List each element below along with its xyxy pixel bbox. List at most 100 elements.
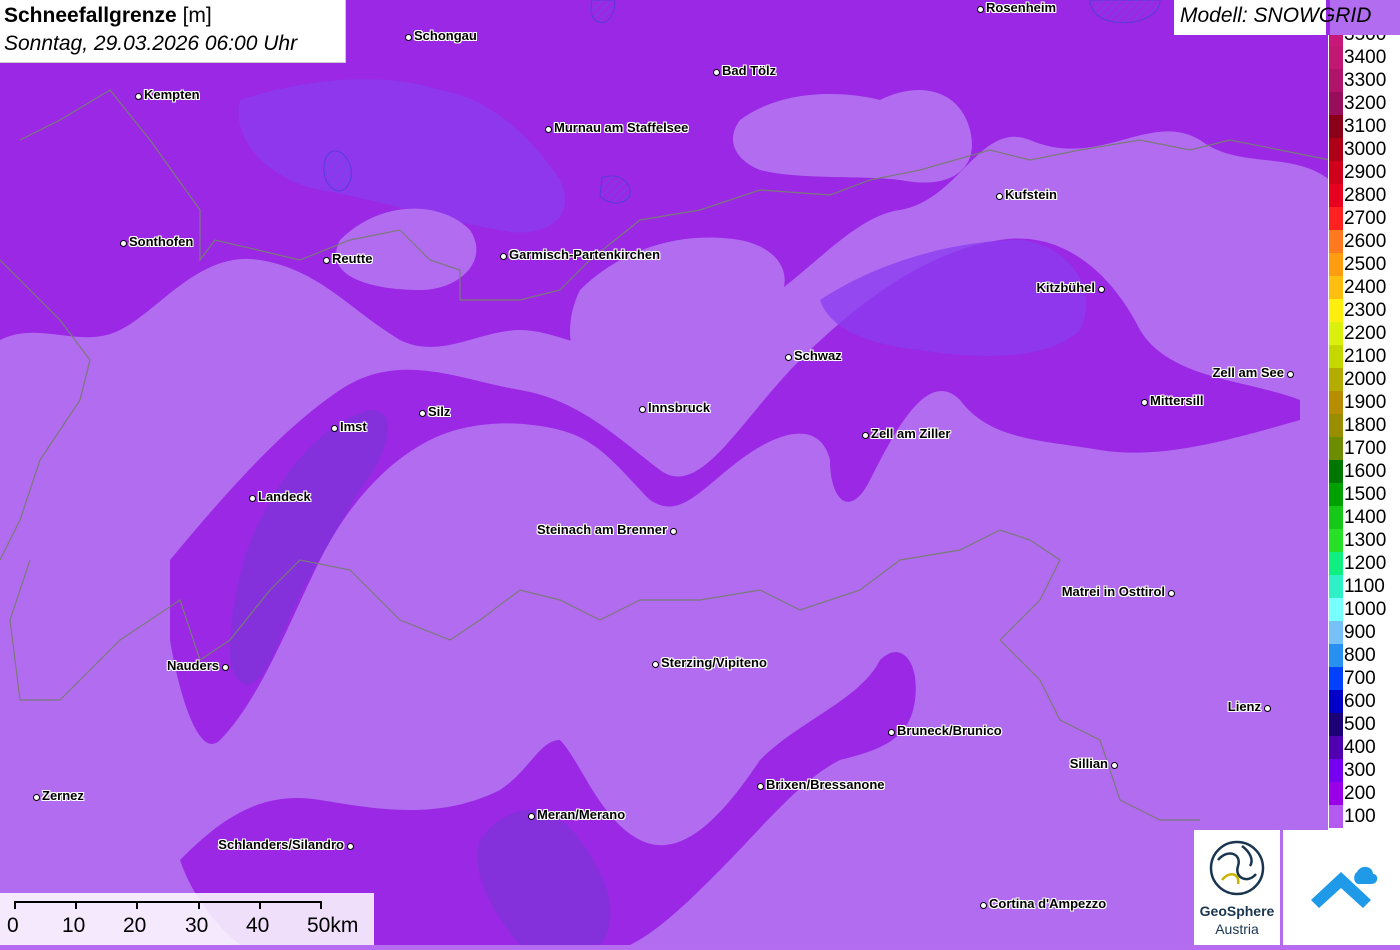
city-label[interactable]: Bad Tölz (722, 64, 776, 78)
city-label[interactable]: Silz (428, 405, 450, 419)
legend-label: 3300 (1344, 70, 1387, 91)
legend-row: 1000 (1328, 598, 1400, 621)
geosphere-name: GeoSphere (1199, 903, 1275, 919)
city-label[interactable]: Cortina d'Ampezzo (989, 897, 1106, 911)
city-marker[interactable] (1286, 370, 1294, 378)
city-marker[interactable] (1110, 761, 1118, 769)
snowgrid-logo[interactable] (1283, 830, 1400, 945)
city-marker[interactable] (330, 424, 338, 432)
legend-label: 1200 (1344, 553, 1387, 574)
legend-row: 500 (1328, 713, 1400, 736)
legend-row: 400 (1328, 736, 1400, 759)
legend-label: 200 (1344, 783, 1376, 804)
city-marker[interactable] (346, 842, 354, 850)
city-label[interactable]: Innsbruck (648, 401, 710, 415)
legend-swatch (1329, 368, 1343, 391)
city-label[interactable]: Mittersill (1150, 394, 1203, 408)
city-marker[interactable] (134, 92, 142, 100)
scale-tick (136, 901, 138, 909)
city-marker[interactable] (669, 527, 677, 535)
legend-label: 2200 (1344, 323, 1387, 344)
legend-label: 1600 (1344, 461, 1387, 482)
city-label[interactable]: Zernez (42, 789, 84, 803)
legend-swatch (1329, 483, 1343, 506)
city-marker[interactable] (527, 812, 535, 820)
legend-swatch (1329, 736, 1343, 759)
city-marker[interactable] (544, 125, 552, 133)
city-label[interactable]: Sillian (1070, 757, 1108, 771)
city-marker[interactable] (221, 663, 229, 671)
city-marker[interactable] (322, 256, 330, 264)
city-marker[interactable] (976, 5, 984, 13)
city-marker[interactable] (404, 33, 412, 41)
city-label[interactable]: Garmisch-Partenkirchen (509, 248, 660, 262)
city-marker[interactable] (1263, 704, 1271, 712)
city-label[interactable]: Lienz (1228, 700, 1261, 714)
city-label[interactable]: Imst (340, 420, 367, 434)
legend-label: 3000 (1344, 139, 1387, 160)
city-label[interactable]: Zell am Ziller (871, 427, 950, 441)
legend-row: 2300 (1328, 299, 1400, 322)
city-label[interactable]: Schongau (414, 29, 477, 43)
city-label[interactable]: Schlanders/Silandro (218, 838, 344, 852)
city-label[interactable]: Zell am See (1212, 366, 1284, 380)
city-marker[interactable] (638, 405, 646, 413)
scale-bar: 0 10 20 30 40 50km (0, 893, 374, 945)
mountain-cloud-icon (1311, 866, 1378, 908)
city-marker[interactable] (756, 782, 764, 790)
city-label[interactable]: Kitzbühel (1037, 281, 1096, 295)
city-marker[interactable] (1097, 285, 1105, 293)
city-marker[interactable] (712, 68, 720, 76)
legend-row: 600 (1328, 690, 1400, 713)
legend-swatch (1329, 782, 1343, 805)
legend-row: 2400 (1328, 276, 1400, 299)
legend-row: 1200 (1328, 552, 1400, 575)
city-marker[interactable] (784, 353, 792, 361)
city-label[interactable]: Murnau am Staffelsee (554, 121, 688, 135)
legend-label: 800 (1344, 645, 1376, 666)
city-label[interactable]: Landeck (258, 490, 311, 504)
city-label[interactable]: Nauders (167, 659, 219, 673)
geosphere-emblem-icon (1209, 840, 1265, 896)
city-label[interactable]: Meran/Merano (537, 808, 625, 822)
city-marker[interactable] (418, 409, 426, 417)
city-marker[interactable] (861, 431, 869, 439)
legend-row: 3400 (1328, 46, 1400, 69)
legend-row: 1100 (1328, 575, 1400, 598)
city-label[interactable]: Sterzing/Vipiteno (661, 656, 767, 670)
city-label[interactable]: Rosenheim (986, 1, 1056, 15)
city-marker[interactable] (248, 494, 256, 502)
geosphere-logo[interactable]: GeoSphere Austria (1194, 830, 1280, 945)
scale-bar-line (14, 901, 321, 903)
city-label[interactable]: Steinach am Brenner (537, 523, 667, 537)
geosphere-country: Austria (1215, 921, 1259, 937)
legend-swatch (1329, 460, 1343, 483)
city-label[interactable]: Bruneck/Brunico (897, 724, 1002, 738)
city-marker[interactable] (499, 252, 507, 260)
legend-row: 2600 (1328, 230, 1400, 253)
legend-swatch (1329, 46, 1343, 69)
legend-swatch (1329, 230, 1343, 253)
city-marker[interactable] (887, 728, 895, 736)
city-marker[interactable] (979, 901, 987, 909)
city-label[interactable]: Reutte (332, 252, 372, 266)
city-label[interactable]: Sonthofen (129, 235, 193, 249)
city-marker[interactable] (32, 793, 40, 801)
city-marker[interactable] (119, 239, 127, 247)
legend-row: 200 (1328, 782, 1400, 805)
city-label[interactable]: Schwaz (794, 349, 842, 363)
city-marker[interactable] (1140, 398, 1148, 406)
city-label[interactable]: Kufstein (1005, 188, 1057, 202)
legend-swatch (1329, 805, 1343, 828)
legend-row: 3300 (1328, 69, 1400, 92)
city-label[interactable]: Kempten (144, 88, 200, 102)
city-marker[interactable] (1167, 589, 1175, 597)
legend-row: 3100 (1328, 115, 1400, 138)
city-label[interactable]: Matrei in Osttirol (1062, 585, 1165, 599)
city-marker[interactable] (995, 192, 1003, 200)
city-marker[interactable] (651, 660, 659, 668)
legend-row: 1800 (1328, 414, 1400, 437)
legend-label: 2500 (1344, 254, 1387, 275)
snowfall-map[interactable] (0, 0, 1400, 945)
city-label[interactable]: Brixen/Bressanone (766, 778, 885, 792)
